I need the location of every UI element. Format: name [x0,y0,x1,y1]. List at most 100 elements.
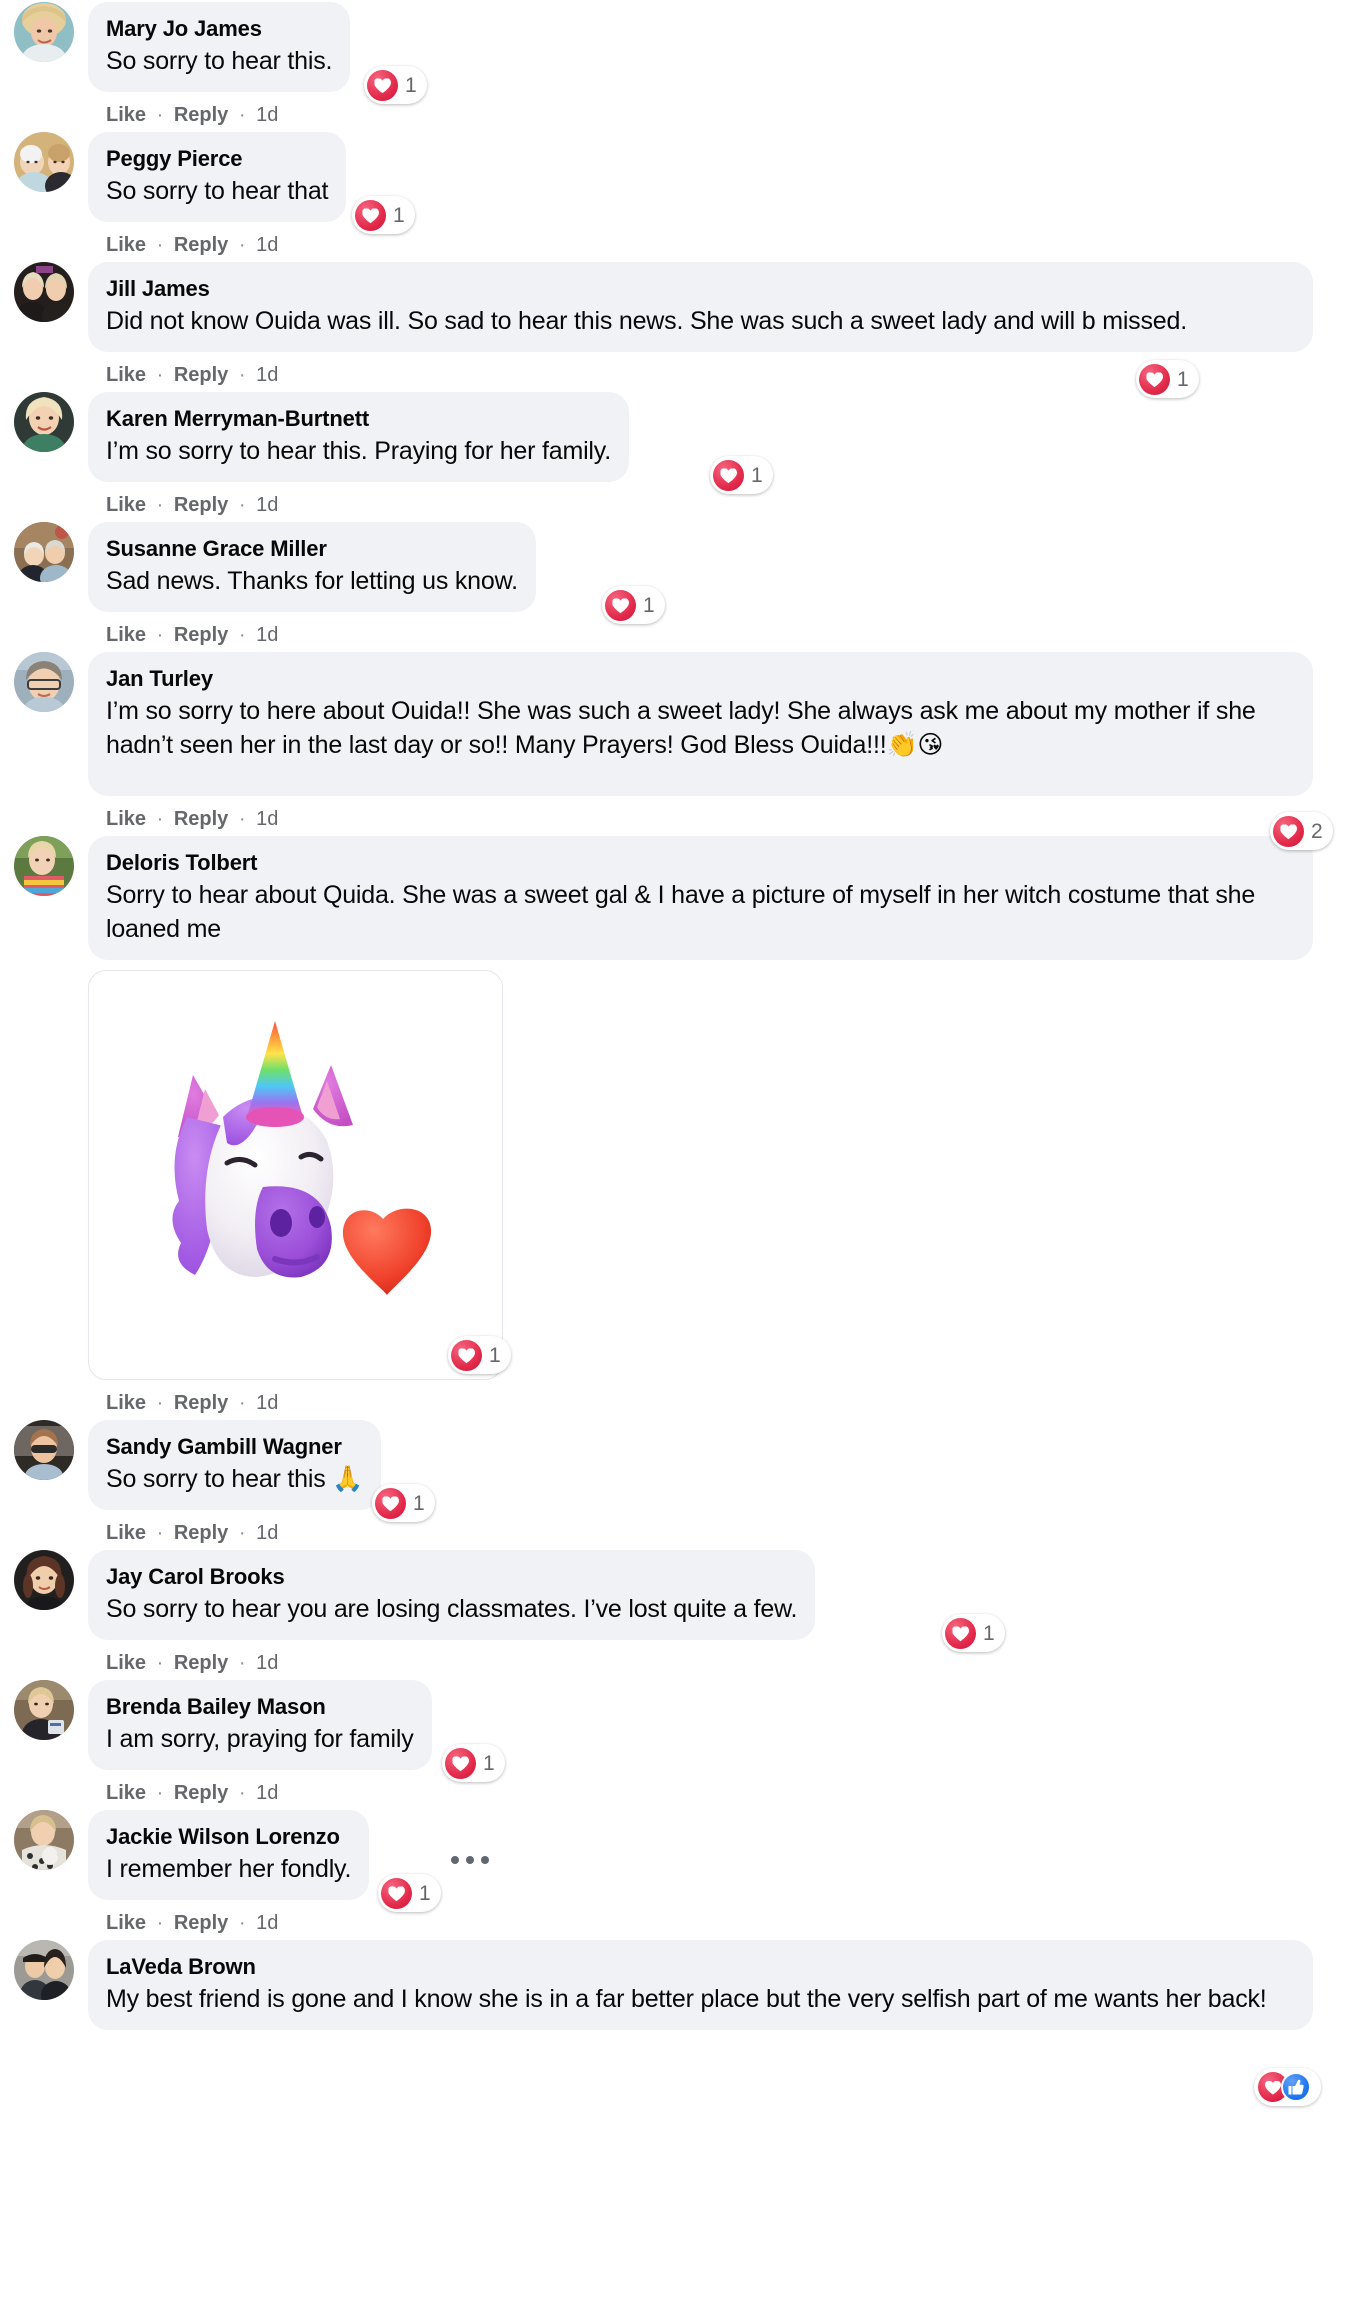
reaction-badge[interactable]: 1 [364,66,427,104]
comment-author[interactable]: Peggy Pierce [106,144,328,174]
comment-body: LaVeda Brown My best friend is gone and … [88,1940,1346,2106]
comment-actions: Like · Reply · 1d [88,1380,1346,1420]
reaction-badge[interactable]: 1 [442,1744,505,1782]
comment-timestamp[interactable]: 1d [256,234,278,256]
comment-item: LaVeda Brown My best friend is gone and … [0,1940,1346,2106]
comment-timestamp[interactable]: 1d [256,624,278,646]
comment-author[interactable]: LaVeda Brown [106,1952,1295,1982]
comment-timestamp[interactable]: 1d [256,1392,278,1414]
reply-button[interactable]: Reply [174,808,228,830]
comment-author[interactable]: Brenda Bailey Mason [106,1692,414,1722]
comment-actions: Like · Reply · 1d [88,222,1346,262]
avatar[interactable] [14,652,74,712]
comment-author[interactable]: Mary Jo James [106,14,332,44]
comment-text: I am sorry, praying for family [106,1725,414,1753]
comment-timestamp[interactable]: 1d [256,364,278,386]
like-button[interactable]: Like [106,494,146,516]
comment-body: Jay Carol Brooks So sorry to hear you ar… [88,1550,1346,1680]
reaction-count: 1 [419,1881,431,1905]
comment-author[interactable]: Sandy Gambill Wagner [106,1432,363,1462]
reaction-count: 1 [489,1343,501,1367]
comment-author[interactable]: Deloris Tolbert [106,848,1295,878]
like-button[interactable]: Like [106,104,146,126]
comment-timestamp[interactable]: 1d [256,1522,278,1544]
love-reaction-icon [445,1747,476,1779]
reaction-badge[interactable]: 1 [378,1874,441,1912]
comment-attachment-image[interactable] [88,970,503,1380]
reply-button[interactable]: Reply [174,364,228,386]
love-reaction-icon [367,69,398,101]
reaction-badge[interactable]: 1 [448,1336,511,1374]
emoji-glyphs: 👏😘 [886,731,944,759]
reply-button[interactable]: Reply [174,1392,228,1414]
avatar[interactable] [14,1680,74,1740]
reaction-badge[interactable]: 1 [1136,360,1199,398]
ellipsis-horizontal-icon[interactable] [451,1856,489,1864]
avatar[interactable] [14,522,74,582]
comment-item: Jill James Did not know Ouida was ill. S… [0,262,1346,398]
reply-button[interactable]: Reply [174,494,228,516]
comment-text: Sad news. Thanks for letting us know. [106,567,518,595]
like-button[interactable]: Like [106,1912,146,1934]
like-button[interactable]: Like [106,364,146,386]
avatar-image [14,2,74,62]
avatar[interactable] [14,262,74,322]
avatar[interactable] [14,132,74,192]
avatar[interactable] [14,392,74,452]
comment-timestamp[interactable]: 1d [256,1652,278,1674]
reaction-badge-cluster[interactable] [1254,2068,1321,2106]
avatar[interactable] [14,1940,74,2000]
reply-button[interactable]: Reply [174,1652,228,1674]
reaction-badge[interactable]: 1 [942,1614,1005,1652]
separator-dot: · [156,1522,164,1544]
comments-thread: Mary Jo James So sorry to hear this. 1 L… [0,0,1346,2106]
comment-text: I’m so sorry to here about Ouida!! She w… [106,694,1295,762]
like-button[interactable]: Like [106,1392,146,1414]
comment-body: Karen Merryman-Burtnett I’m so sorry to … [88,392,1346,522]
love-reaction-icon [451,1339,482,1371]
avatar[interactable] [14,836,74,896]
comment-bubble: Karen Merryman-Burtnett I’m so sorry to … [88,392,629,482]
like-button[interactable]: Like [106,808,146,830]
comment-bubble: Jay Carol Brooks So sorry to hear you ar… [88,1550,816,1640]
comment-author[interactable]: Susanne Grace Miller [106,534,518,564]
separator-dot: · [156,808,164,830]
comment-timestamp[interactable]: 1d [256,1782,278,1804]
like-button[interactable]: Like [106,234,146,256]
separator-dot: · [238,1392,246,1414]
reaction-badge[interactable]: 1 [352,196,415,234]
comment-author[interactable]: Jackie Wilson Lorenzo [106,1822,351,1852]
reply-button[interactable]: Reply [174,1782,228,1804]
comment-bubble: Brenda Bailey Mason I am sorry, praying … [88,1680,432,1770]
comment-body: Deloris Tolbert Sorry to hear about Quid… [88,836,1346,1420]
reaction-badge[interactable]: 2 [1270,812,1333,850]
reply-button[interactable]: Reply [174,104,228,126]
comment-author[interactable]: Jan Turley [106,664,1295,694]
comment-author[interactable]: Karen Merryman-Burtnett [106,404,611,434]
separator-dot: · [238,1912,246,1934]
like-button[interactable]: Like [106,1522,146,1544]
comment-timestamp[interactable]: 1d [256,1912,278,1934]
reply-button[interactable]: Reply [174,1522,228,1544]
comment-body: Jan Turley I’m so sorry to here about Ou… [88,652,1346,850]
reaction-badge[interactable]: 1 [372,1484,435,1522]
reply-button[interactable]: Reply [174,234,228,256]
reaction-badge[interactable]: 1 [602,586,665,624]
avatar[interactable] [14,2,74,62]
reply-button[interactable]: Reply [174,1912,228,1934]
avatar[interactable] [14,1810,74,1870]
comment-author[interactable]: Jill James [106,274,1295,304]
like-button[interactable]: Like [106,1782,146,1804]
avatar[interactable] [14,1420,74,1480]
avatar-image [14,262,74,322]
comment-timestamp[interactable]: 1d [256,808,278,830]
avatar[interactable] [14,1550,74,1610]
comment-timestamp[interactable]: 1d [256,494,278,516]
reaction-badge[interactable]: 1 [710,456,773,494]
like-button[interactable]: Like [106,624,146,646]
avatar-image [14,1550,74,1610]
reply-button[interactable]: Reply [174,624,228,646]
like-button[interactable]: Like [106,1652,146,1674]
comment-timestamp[interactable]: 1d [256,104,278,126]
comment-author[interactable]: Jay Carol Brooks [106,1562,797,1592]
